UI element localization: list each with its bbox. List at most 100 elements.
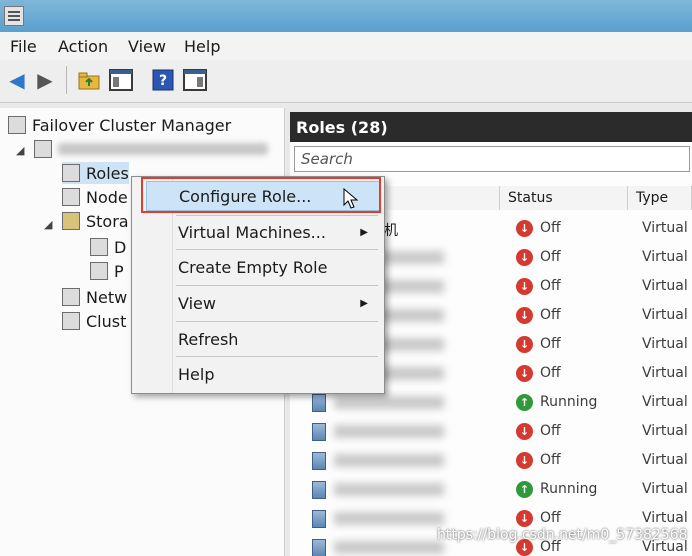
role-status: Off	[540, 249, 561, 265]
role-type: Virtual M	[642, 394, 692, 410]
off-status-icon: ↓	[516, 510, 533, 527]
roles-icon	[62, 164, 80, 182]
menu-item-virtual-machines[interactable]: Virtual Machines... ▶	[146, 217, 380, 247]
back-icon[interactable]: ◀	[4, 67, 30, 93]
tree-item-label: Node	[86, 187, 128, 207]
tree-item-disks[interactable]: D	[90, 236, 126, 258]
tree-item-cluster[interactable]	[34, 138, 268, 160]
roles-header: Roles (28)	[290, 112, 692, 142]
role-name-redacted	[334, 483, 444, 496]
storage-icon	[62, 212, 80, 230]
menu-item-create-empty-role[interactable]: Create Empty Role	[146, 252, 380, 282]
app-icon	[4, 6, 24, 26]
cluster-name-redacted	[58, 143, 268, 155]
role-status: Off	[540, 220, 561, 236]
tree-item-storage[interactable]: Stora	[62, 210, 129, 232]
role-name-redacted	[334, 396, 444, 409]
virtual-machine-icon	[312, 423, 326, 441]
networks-icon	[62, 288, 80, 306]
running-status-icon: ↑	[516, 394, 533, 411]
menu-separator	[176, 249, 378, 250]
help-icon[interactable]: ?	[150, 67, 176, 93]
off-status-icon: ↓	[516, 220, 533, 237]
table-row[interactable]: ↑ Running Virtual M	[290, 475, 692, 504]
menu-action[interactable]: Action	[58, 37, 108, 56]
menu-item-label: Configure Role...	[179, 186, 312, 206]
expand-icon[interactable]: ◢	[44, 218, 52, 231]
title-bar	[0, 0, 692, 32]
tree-item-networks[interactable]: Netw	[62, 286, 127, 308]
menu-separator	[176, 356, 378, 357]
menu-item-refresh[interactable]: Refresh	[146, 324, 380, 354]
table-row[interactable]: ↓ Off Virtual M	[290, 446, 692, 475]
menu-item-label: Virtual Machines...	[178, 222, 326, 242]
disks-icon	[90, 238, 108, 256]
role-type: Virtual M	[642, 336, 692, 352]
show-hide-action-pane-icon[interactable]	[182, 67, 208, 93]
role-type: Virtual M	[642, 249, 692, 265]
role-name-redacted	[334, 454, 444, 467]
role-status: Off	[540, 423, 561, 439]
column-header-status[interactable]: Status	[500, 186, 628, 210]
up-folder-icon[interactable]	[76, 67, 102, 93]
role-type: Virtual M	[642, 423, 692, 439]
role-status: Off	[540, 510, 561, 526]
menu-item-label: Refresh	[178, 329, 239, 349]
role-status: Off	[540, 336, 561, 352]
menu-file[interactable]: File	[10, 37, 37, 56]
role-type: Virtual M	[642, 481, 692, 497]
toolbar-separator	[66, 66, 67, 94]
cluster-events-icon	[62, 312, 80, 330]
role-status: Off	[540, 278, 561, 294]
menu-item-label: Help	[178, 364, 215, 384]
forward-icon[interactable]: ▶	[32, 67, 58, 93]
off-status-icon: ↓	[516, 423, 533, 440]
nodes-icon	[62, 188, 80, 206]
show-hide-console-tree-icon[interactable]	[108, 67, 134, 93]
menu-item-view[interactable]: View ▶	[146, 288, 380, 318]
role-status: Off	[540, 365, 561, 381]
column-header-type[interactable]: Type	[628, 186, 692, 210]
running-status-icon: ↑	[516, 481, 533, 498]
tree-item-label: Clust	[86, 311, 127, 331]
role-type: Virtual M	[642, 307, 692, 323]
menu-item-label: View	[178, 293, 216, 313]
submenu-arrow-icon: ▶	[360, 297, 368, 309]
virtual-machine-icon	[312, 452, 326, 470]
watermark: https://blog.csdn.net/m0_57382568	[437, 527, 688, 543]
mouse-cursor-icon	[343, 188, 359, 209]
tree-item-nodes[interactable]: Node	[62, 186, 128, 208]
tree-item-cluster-events[interactable]: Clust	[62, 310, 126, 332]
role-name-redacted	[334, 512, 444, 525]
expand-icon[interactable]: ◢	[16, 144, 24, 157]
menu-help[interactable]: Help	[184, 37, 220, 56]
menu-item-label: Create Empty Role	[178, 257, 328, 277]
search-input[interactable]: Search	[294, 146, 690, 172]
virtual-machine-icon	[312, 539, 326, 556]
off-status-icon: ↓	[516, 365, 533, 382]
role-status: Off	[540, 307, 561, 323]
menu-separator	[176, 285, 378, 286]
virtual-machine-icon	[312, 394, 326, 412]
role-status: Running	[540, 394, 598, 410]
menu-item-help[interactable]: Help	[146, 359, 380, 389]
tree-item-label: Netw	[86, 287, 128, 307]
tree-item-label: Roles	[86, 163, 129, 183]
menu-view[interactable]: View	[128, 37, 166, 56]
tree-item-pools[interactable]: P	[90, 260, 124, 282]
svg-text:?: ?	[159, 73, 167, 89]
off-status-icon: ↓	[516, 307, 533, 324]
tree-item-label: Stora	[86, 211, 129, 231]
tree-item-label: D	[114, 237, 127, 257]
role-status: Running	[540, 481, 598, 497]
role-type: Virtual M	[642, 452, 692, 468]
table-row[interactable]: ↓ Off Virtual M	[290, 417, 692, 446]
tree-item-failover-cluster-manager[interactable]: Failover Cluster Manager	[8, 114, 231, 136]
off-status-icon: ↓	[516, 278, 533, 295]
tree-item-label: P	[114, 261, 124, 281]
menu-bar: File Action View Help	[0, 32, 692, 60]
role-type: Virtual M	[642, 220, 692, 236]
tree-item-roles[interactable]: Roles	[62, 162, 129, 184]
virtual-machine-icon	[312, 510, 326, 528]
role-status: Off	[540, 452, 561, 468]
